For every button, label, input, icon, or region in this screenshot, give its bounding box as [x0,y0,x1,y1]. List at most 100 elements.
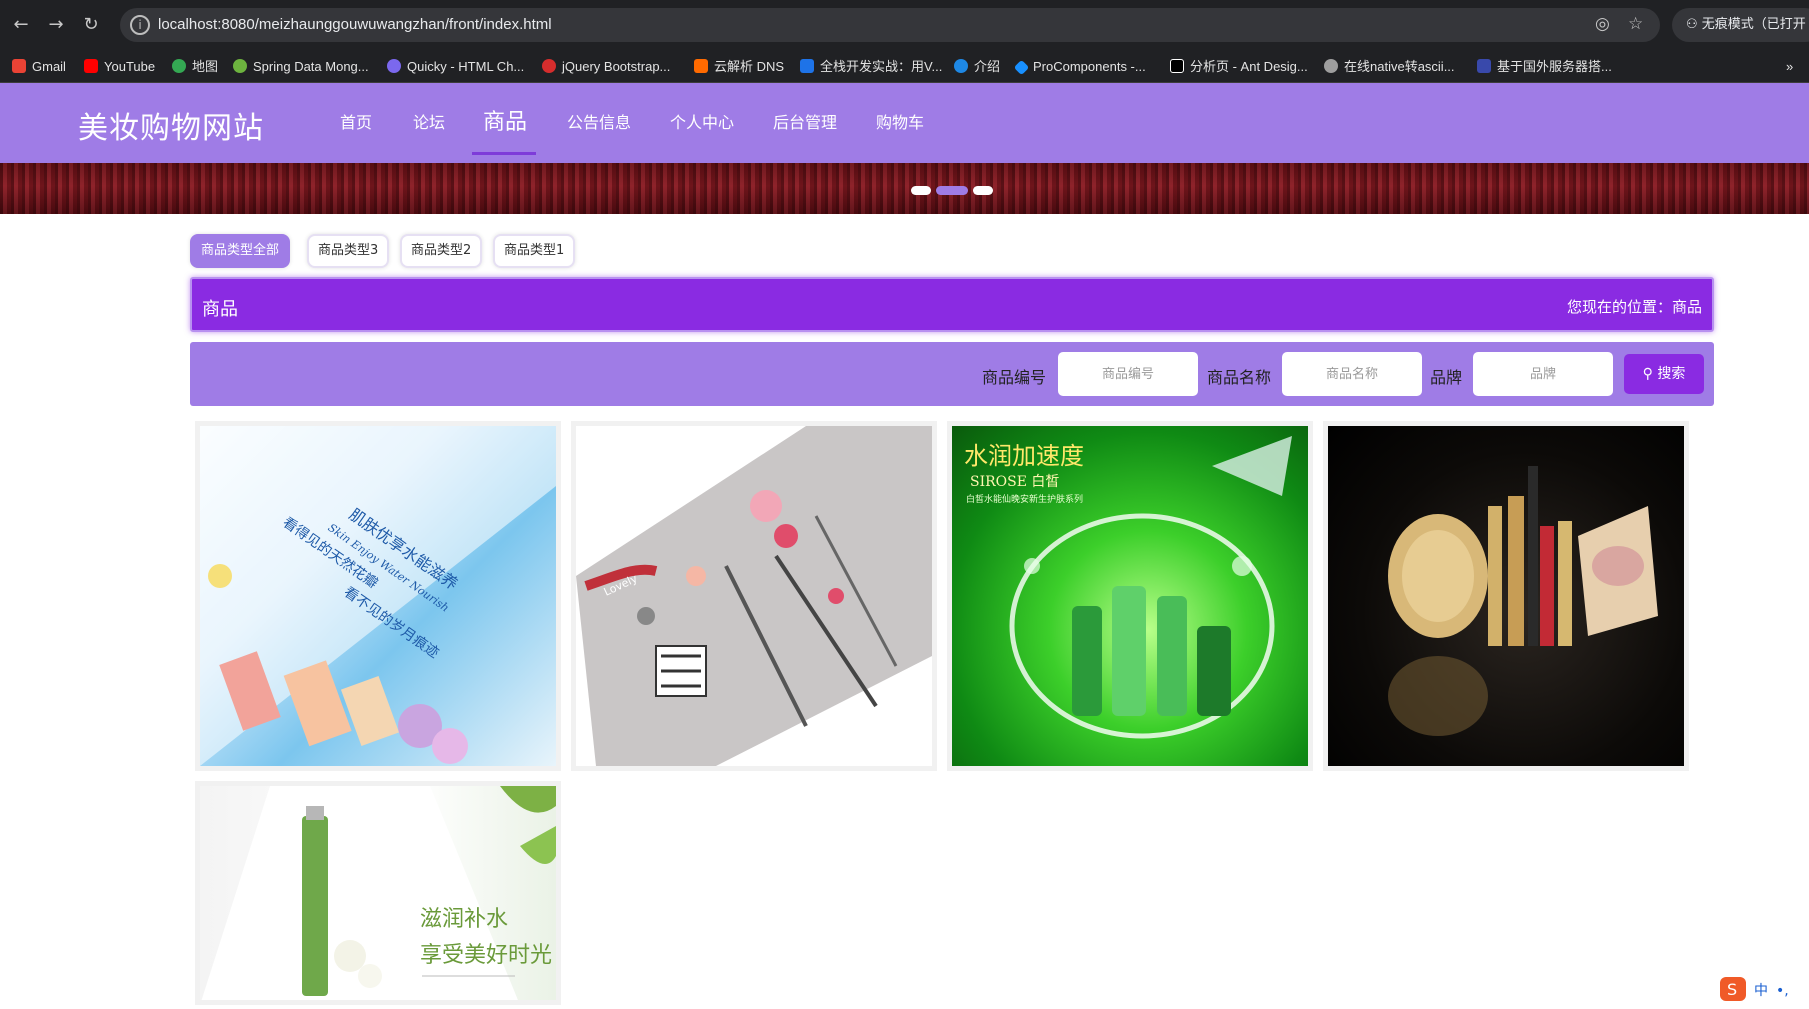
category-1-button[interactable]: 商品类型1 [493,234,576,268]
bookmark-item[interactable]: 介绍 [954,50,1000,83]
forward-icon[interactable]: → [45,14,67,36]
bookmark-item[interactable]: Quicky - HTML Ch... [387,50,524,83]
moisturizer-artwork: 滋润补水 享受美好时光 [201,786,556,1000]
back-icon[interactable]: ← [10,14,32,36]
product-card[interactable]: 肌肤优享水能滋养 Skin Enjoy Water Nourish 看得见的天然… [195,421,561,771]
image-caption: 享受美好时光 [420,943,552,968]
bookmarks-overflow-icon[interactable]: » [1786,50,1793,83]
skincare-artwork: 肌肤优享水能滋养 Skin Enjoy Water Nourish 看得见的天然… [200,426,556,766]
product-image[interactable] [1328,426,1684,766]
section-title-bar: 商品 您现在的位置：商品 [190,277,1714,332]
world-icon [1324,59,1338,73]
bookmarks-bar: Gmail YouTube 地图 Spring Data Mong... Qui… [0,50,1809,83]
sogou-ime-icon: S 中 •, [1720,977,1789,1001]
bookmark-item[interactable]: 地图 [172,50,218,83]
reload-icon[interactable]: ↻ [80,14,102,36]
bookmark-item[interactable]: Gmail [12,50,66,83]
eye-off-icon[interactable]: ◎ [1595,14,1610,34]
brand-input[interactable] [1473,352,1613,396]
product-image[interactable]: Lovely [576,426,932,766]
nav-profile[interactable]: 个人中心 [670,83,734,163]
spring-icon [233,59,247,73]
product-name-input[interactable] [1282,352,1422,396]
bookmark-item[interactable]: jQuery Bootstrap... [542,50,670,83]
site-header: 美妆购物网站 首页 论坛 商品 公告信息 个人中心 后台管理 购物车 [0,83,1809,163]
bookmark-label: Quicky - HTML Ch... [407,59,525,74]
carousel-dot-active[interactable] [936,186,968,195]
bookmark-label: 基于国外服务器搭... [1497,59,1612,74]
nav-products[interactable]: 商品 [483,83,527,163]
makeup-tools-artwork: Lovely [576,426,932,766]
antd-icon [1013,59,1030,76]
ime-indicator[interactable]: S 中 •, [1718,973,1809,1005]
image-caption: 水润加速度 [964,442,1084,470]
maps-icon [172,59,186,73]
url-text[interactable]: localhost:8080/meizhaunggouwuwangzhan/fr… [158,16,552,33]
brand-label: 品牌 [1430,368,1463,387]
search-button[interactable]: ⚲ 搜索 [1624,354,1704,394]
bookmark-item[interactable]: Spring Data Mong... [233,50,369,83]
product-image[interactable]: 肌肤优享水能滋养 Skin Enjoy Water Nourish 看得见的天然… [200,426,556,766]
bookmark-label: YouTube [104,59,156,74]
gmail-icon [12,59,26,73]
nav-forum[interactable]: 论坛 [413,83,445,163]
jquery-icon [542,59,556,73]
product-image[interactable]: 水润加速度 SIROSE 白皙 白皙水能仙晚安新生护肤系列 [952,426,1308,766]
category-2-button[interactable]: 商品类型2 [400,234,483,268]
product-card[interactable]: Lovely [571,421,937,771]
cosmetics-artwork [1388,466,1658,736]
bookmark-item[interactable]: 分析页 - Ant Desig... [1170,50,1308,83]
nav-active-indicator [472,152,536,155]
nav-announcements[interactable]: 公告信息 [567,83,631,163]
quicky-icon [387,59,401,73]
incognito-icon: ⚇ [1686,17,1702,32]
nav-home[interactable]: 首页 [340,83,372,163]
bookmark-item[interactable]: YouTube [84,50,155,83]
image-caption: 滋润补水 [420,907,508,932]
incognito-badge[interactable]: ⚇ 无痕模式（已打开 2 [1672,8,1809,42]
bookmark-label: ProComponents -... [1033,59,1146,74]
bookmark-label: 云解析 DNS [714,59,785,74]
bookmark-label: 介绍 [974,59,1001,74]
youtube-icon [84,59,98,73]
nav-admin[interactable]: 后台管理 [773,83,837,163]
product-name-label: 商品名称 [1207,368,1272,387]
flag-icon [1477,59,1491,73]
carousel-dot[interactable] [973,186,993,195]
pro-icon [1170,59,1184,73]
address-bar[interactable]: i localhost:8080/meizhaunggouwuwangzhan/… [120,8,1660,42]
image-caption: 白皙水能仙晚安新生护肤系列 [966,493,1083,505]
svg-text:•,: •, [1776,983,1789,999]
bookmark-label: 全栈开发实战：用V... [820,59,943,74]
bookmark-item[interactable]: 基于国外服务器搭... [1477,50,1612,83]
category-all-button[interactable]: 商品类型全部 [190,234,291,268]
search-bar: 商品编号 商品名称 品牌 ⚲ 搜索 [190,342,1714,406]
product-card[interactable] [1323,421,1689,771]
product-image[interactable]: 滋润补水 享受美好时光 [200,786,556,1000]
bookmark-label: Gmail [32,59,66,74]
category-3-button[interactable]: 商品类型3 [307,234,390,268]
site-info-icon[interactable]: i [130,15,150,35]
incognito-label: 无痕模式（已打开 2 [1701,17,1809,32]
star-icon[interactable]: ☆ [1628,14,1643,34]
svg-text:中: 中 [1754,983,1768,999]
search-button-label: 搜索 [1657,366,1686,382]
nav-cart[interactable]: 购物车 [876,83,924,163]
svg-text:S: S [1727,980,1737,999]
carousel-dot[interactable] [911,186,931,195]
breadcrumb: 您现在的位置：商品 [1566,298,1702,316]
product-code-label: 商品编号 [982,368,1047,387]
bookmark-item[interactable]: 全栈开发实战：用V... [800,50,942,83]
bookmark-item[interactable]: ProComponents -... [1013,50,1146,83]
bookmark-item[interactable]: 在线native转ascii... [1324,50,1455,83]
product-card[interactable]: 水润加速度 SIROSE 白皙 白皙水能仙晚安新生护肤系列 [947,421,1313,771]
section-title: 商品 [202,299,238,320]
browser-toolbar: ← → ↻ i localhost:8080/meizhaunggouwuwan… [0,0,1809,50]
bookmark-label: jQuery Bootstrap... [562,59,671,74]
product-card[interactable]: 滋润补水 享受美好时光 [195,781,561,1005]
green-skincare-artwork: 水润加速度 SIROSE 白皙 白皙水能仙晚安新生护肤系列 [964,436,1292,739]
banner-carousel[interactable] [0,163,1809,214]
site-logo[interactable]: 美妆购物网站 [78,103,264,147]
bookmark-item[interactable]: 云解析 DNS [694,50,784,83]
product-code-input[interactable] [1058,352,1198,396]
